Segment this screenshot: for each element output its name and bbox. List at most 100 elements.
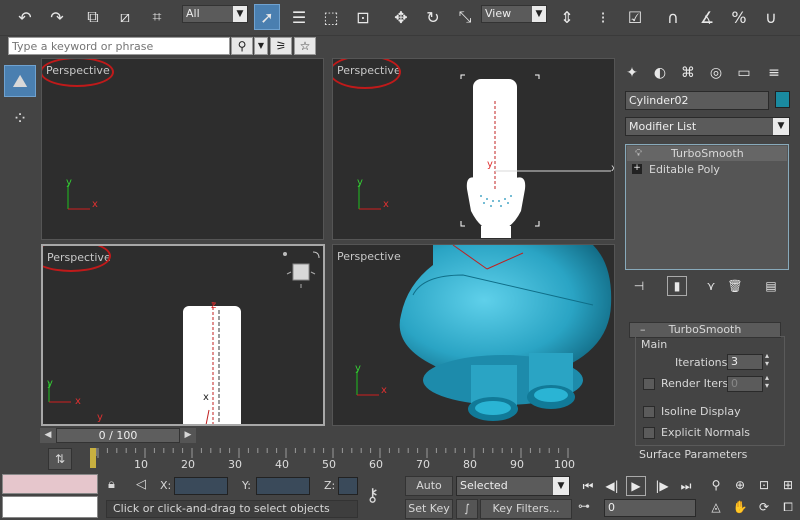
prev-key-icon[interactable]: ◀| bbox=[602, 476, 622, 496]
tick-label: 60 bbox=[369, 458, 383, 471]
search-bar: ⚲ ▼ ⚞ ☆ bbox=[8, 37, 316, 56]
select-by-name-icon[interactable]: ☰ bbox=[286, 4, 312, 30]
zoom-icon[interactable]: ⚲ bbox=[706, 475, 726, 495]
communication-center-icon[interactable]: ⚞ bbox=[270, 37, 292, 55]
keyboard-shortcut-override-icon[interactable]: ⁝ bbox=[590, 4, 616, 30]
key-mode-dropdown[interactable]: Selected ▼ bbox=[456, 476, 570, 496]
teal-object-bottom-right bbox=[399, 245, 612, 421]
time-slider[interactable]: ◀ 0 / 100 ▶ bbox=[40, 428, 615, 444]
x-coord-field[interactable] bbox=[174, 477, 228, 495]
object-name-field[interactable]: Cylinder02 bbox=[625, 91, 769, 110]
viewcube-icon[interactable] bbox=[279, 248, 325, 294]
render-iters-spinner[interactable]: 0 bbox=[727, 376, 763, 392]
maximize-viewport-icon[interactable]: ⧠ bbox=[778, 497, 798, 517]
set-key-filter-icon[interactable]: ∫ bbox=[456, 499, 478, 519]
redo-icon[interactable]: ↷ bbox=[44, 4, 70, 30]
link-icon[interactable]: ⧉ bbox=[80, 4, 106, 30]
pin-stack-icon[interactable]: ⊣ bbox=[629, 276, 649, 296]
expand-plus-icon[interactable]: + bbox=[632, 164, 642, 174]
favorites-star-icon[interactable]: ☆ bbox=[294, 37, 316, 55]
motion-tab-icon[interactable]: ◎ bbox=[705, 62, 727, 84]
rectangular-selection-icon[interactable]: ⬚ bbox=[318, 4, 344, 30]
key-mode-toggle-icon[interactable]: ⊶ bbox=[578, 499, 602, 517]
modifier-list-dropdown[interactable]: Modifier List ▼ bbox=[625, 117, 790, 136]
spinner-snap-icon[interactable]: ∪ bbox=[758, 4, 784, 30]
lock-selection-icon[interactable]: 🔒︎ bbox=[108, 477, 115, 492]
prev-frame-icon[interactable]: ◀ bbox=[40, 428, 56, 443]
absolute-mode-icon[interactable]: ◁ bbox=[136, 477, 146, 492]
goto-end-icon[interactable]: ⏭ bbox=[676, 476, 696, 496]
time-slider-thumb[interactable]: 0 / 100 bbox=[56, 428, 180, 443]
viewport-top-left[interactable]: Perspective y x bbox=[41, 58, 324, 240]
snaps-toggle-icon[interactable]: ∩ bbox=[660, 4, 686, 30]
freeform-icon[interactable]: ⁘ bbox=[4, 102, 36, 134]
zoom-extents-icon[interactable]: ⊡ bbox=[754, 475, 774, 495]
pivot-center-icon[interactable]: ⇕ bbox=[554, 4, 580, 30]
maxscript-listener-pink[interactable] bbox=[2, 474, 98, 494]
viewport-label[interactable]: Perspective bbox=[337, 250, 401, 263]
play-icon[interactable]: ▶ bbox=[626, 476, 646, 496]
scale-icon[interactable]: ⤡ bbox=[452, 4, 478, 30]
stack-item-editable-poly[interactable]: + Editable Poly bbox=[627, 162, 787, 177]
maxscript-listener-white[interactable] bbox=[2, 496, 98, 518]
viewport-top-right[interactable]: Perspective y x y x bbox=[332, 58, 615, 240]
chevron-down-icon: ▼ bbox=[532, 6, 546, 22]
angle-snap-icon[interactable]: ∡ bbox=[694, 4, 720, 30]
field-of-view-icon[interactable]: ◬ bbox=[706, 497, 726, 517]
zoom-all-icon[interactable]: ⊕ bbox=[730, 475, 750, 495]
utilities-tab-icon[interactable]: ≡ bbox=[763, 62, 785, 84]
selection-filter-dropdown[interactable]: All ▼ bbox=[182, 5, 248, 23]
object-color-swatch[interactable] bbox=[775, 91, 790, 108]
window-crossing-icon[interactable]: ⊡ bbox=[350, 4, 376, 30]
configure-modifier-sets-icon[interactable]: ▤ bbox=[761, 276, 781, 296]
hierarchy-tab-icon[interactable]: ⌘ bbox=[677, 62, 699, 84]
viewport-bottom-left-active[interactable]: Perspective z x y x y bbox=[41, 244, 325, 426]
prompt-line: Click or click-and-drag to select object… bbox=[106, 500, 358, 518]
lightbulb-icon[interactable]: 💡︎ bbox=[635, 146, 642, 161]
remove-modifier-icon[interactable]: 🗑︎ bbox=[725, 276, 745, 296]
spinner-arrows-icon[interactable]: ▴ ▾ bbox=[765, 352, 769, 368]
create-tab-icon[interactable]: ✦ bbox=[621, 62, 643, 84]
stack-item-turbosmooth[interactable]: 💡︎ TurboSmooth bbox=[627, 146, 787, 161]
spinner-arrows-icon[interactable]: ▴ ▾ bbox=[765, 374, 769, 390]
next-frame-icon[interactable]: ▶ bbox=[180, 428, 196, 443]
graphite-modeling-icon[interactable]: ⛰ bbox=[4, 65, 36, 97]
set-key-button[interactable]: Set Key bbox=[405, 499, 453, 519]
bind-space-warp-icon[interactable]: ⌗ bbox=[144, 4, 170, 30]
undo-icon[interactable]: ↶ bbox=[12, 4, 38, 30]
unlink-icon[interactable]: ⧄ bbox=[112, 4, 138, 30]
pan-icon[interactable]: ✋ bbox=[730, 497, 750, 517]
explicit-normals-checkbox[interactable] bbox=[643, 427, 655, 439]
open-mini-curve-editor-icon[interactable]: ⇅ bbox=[48, 448, 72, 470]
percent-snap-icon[interactable]: % bbox=[726, 4, 752, 30]
iterations-spinner[interactable]: 3 bbox=[727, 354, 763, 370]
chevron-down-icon[interactable]: ▼ bbox=[254, 37, 268, 55]
reference-coordinate-dropdown[interactable]: View ▼ bbox=[481, 5, 547, 23]
auto-key-button[interactable]: Auto Key bbox=[405, 476, 453, 510]
next-key-icon[interactable]: |▶ bbox=[652, 476, 672, 496]
viewport-bottom-right[interactable]: Perspective y x bbox=[332, 244, 615, 426]
surface-parameters-label[interactable]: Surface Parameters bbox=[639, 448, 747, 461]
display-tab-icon[interactable]: ▭ bbox=[733, 62, 755, 84]
show-end-result-icon[interactable]: ▮ bbox=[667, 276, 687, 296]
select-and-manipulate-icon[interactable]: ☑ bbox=[622, 4, 648, 30]
current-frame-field[interactable]: 0 bbox=[604, 499, 696, 517]
move-icon[interactable]: ✥ bbox=[388, 4, 414, 30]
key-filters-button[interactable]: Key Filters... bbox=[480, 499, 572, 519]
orbit-icon[interactable]: ⟳ bbox=[754, 497, 774, 517]
select-object-icon[interactable]: ➚ bbox=[254, 4, 280, 30]
y-coord-field[interactable] bbox=[256, 477, 310, 495]
goto-start-icon[interactable]: ⏮ bbox=[578, 476, 598, 496]
rotate-icon[interactable]: ↻ bbox=[420, 4, 446, 30]
x-axis-label: x bbox=[92, 199, 98, 210]
modify-tab-icon[interactable]: ◐ bbox=[649, 62, 671, 84]
search-input[interactable] bbox=[8, 37, 230, 55]
isoline-display-checkbox[interactable] bbox=[643, 406, 655, 418]
search-icon[interactable]: ⚲ bbox=[231, 37, 253, 55]
make-unique-icon[interactable]: ⋎ bbox=[701, 276, 721, 296]
render-iters-checkbox[interactable] bbox=[643, 378, 655, 390]
key-icon[interactable]: ⚷ bbox=[366, 485, 379, 506]
zoom-extents-all-icon[interactable]: ⊞ bbox=[778, 475, 798, 495]
z-coord-field[interactable] bbox=[338, 477, 358, 495]
cylinder-object-bottom-left: z x bbox=[183, 300, 241, 424]
